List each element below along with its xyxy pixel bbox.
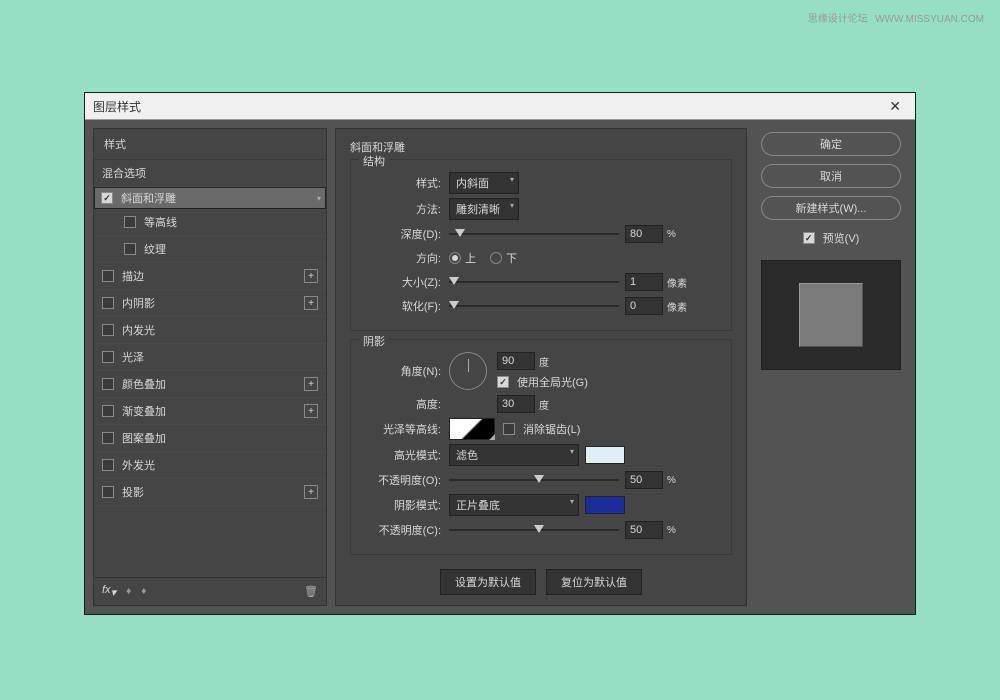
sidebar-item[interactable]: 光泽 bbox=[94, 344, 326, 371]
structure-group: 结构 样式: 内斜面 方法: 雕刻清晰 深度(D): 80 % 方向: 上 下 … bbox=[350, 159, 732, 331]
size-slider[interactable] bbox=[449, 275, 619, 289]
layer-style-dialog: 图层样式 ✕ 样式 混合选项 斜面和浮雕等高线纹理描边 + 内阴影 + 内发光光泽颜色叠… bbox=[84, 92, 916, 615]
sidebar-item-label: 光泽 bbox=[122, 349, 144, 365]
sidebar-item[interactable]: 颜色叠加 + bbox=[94, 371, 326, 398]
sidebar-item[interactable]: 描边 + bbox=[94, 263, 326, 290]
global-light-checkbox[interactable] bbox=[497, 376, 509, 388]
sidebar-item-label: 纹理 bbox=[144, 241, 166, 257]
sidebar-item[interactable]: 斜面和浮雕 bbox=[94, 187, 326, 209]
sidebar-item[interactable]: 内阴影 + bbox=[94, 290, 326, 317]
sidebar-item-label: 颜色叠加 bbox=[122, 376, 166, 392]
make-default-button[interactable]: 设置为默认值 bbox=[440, 569, 536, 595]
direction-down-radio[interactable] bbox=[490, 252, 502, 264]
highlight-mode-select[interactable]: 滤色 bbox=[449, 444, 579, 466]
sidebar-blending-options[interactable]: 混合选项 bbox=[94, 160, 326, 187]
settings-panel: 斜面和浮雕 结构 样式: 内斜面 方法: 雕刻清晰 深度(D): 80 % 方向… bbox=[335, 128, 747, 606]
sidebar-item[interactable]: 投影 + bbox=[94, 479, 326, 506]
ok-button[interactable]: 确定 bbox=[761, 132, 901, 156]
style-checkbox[interactable] bbox=[102, 405, 114, 417]
sidebar-item-label: 外发光 bbox=[122, 457, 155, 473]
antialias-checkbox[interactable] bbox=[503, 423, 515, 435]
fx-icon[interactable]: fx▾ bbox=[102, 584, 116, 599]
sidebar-item-label: 内发光 bbox=[122, 322, 155, 338]
highlight-opacity-input[interactable]: 50 bbox=[625, 471, 663, 489]
technique-select[interactable]: 雕刻清晰 bbox=[449, 198, 519, 220]
gloss-contour-picker[interactable] bbox=[449, 418, 495, 440]
add-icon[interactable]: + bbox=[304, 404, 318, 418]
sidebar-item[interactable]: 内发光 bbox=[94, 317, 326, 344]
preview-box bbox=[761, 260, 901, 370]
depth-slider[interactable] bbox=[449, 227, 619, 241]
style-checkbox[interactable] bbox=[102, 432, 114, 444]
watermark-url: WWW.MISSYUAN.COM bbox=[875, 14, 984, 25]
new-style-button[interactable]: 新建样式(W)... bbox=[761, 196, 901, 220]
dialog-title: 图层样式 bbox=[93, 98, 141, 115]
shading-group: 阴影 角度(N): 90 度 使用全局光(G) 高度: 30 bbox=[350, 339, 732, 555]
sidebar-item[interactable]: 纹理 bbox=[94, 236, 326, 263]
watermark-text: 思缘设计论坛 bbox=[808, 14, 868, 25]
sidebar-item[interactable]: 外发光 bbox=[94, 452, 326, 479]
style-checkbox[interactable] bbox=[124, 216, 136, 228]
shadow-opacity-input[interactable]: 50 bbox=[625, 521, 663, 539]
soften-slider[interactable] bbox=[449, 299, 619, 313]
highlight-opacity-slider[interactable] bbox=[449, 473, 619, 487]
sidebar-item[interactable]: 等高线 bbox=[94, 209, 326, 236]
reset-default-button[interactable]: 复位为默认值 bbox=[546, 569, 642, 595]
angle-input[interactable]: 90 bbox=[497, 352, 535, 370]
add-icon[interactable]: + bbox=[304, 485, 318, 499]
style-checkbox[interactable] bbox=[102, 270, 114, 282]
add-icon[interactable]: + bbox=[304, 377, 318, 391]
style-checkbox[interactable] bbox=[102, 486, 114, 498]
preview-swatch bbox=[799, 283, 863, 347]
trash-icon[interactable]: 🗑 bbox=[304, 585, 318, 598]
watermark: 思缘设计论坛 WWW.MISSYUAN.COM bbox=[804, 10, 984, 25]
preview-label: 预览(V) bbox=[823, 230, 860, 246]
sidebar-item-label: 投影 bbox=[122, 484, 144, 500]
sidebar-item-label: 图案叠加 bbox=[122, 430, 166, 446]
direction-up-radio[interactable] bbox=[449, 252, 461, 264]
soften-input[interactable]: 0 bbox=[625, 297, 663, 315]
style-checkbox[interactable] bbox=[102, 459, 114, 471]
sidebar-item-label: 描边 bbox=[122, 268, 144, 284]
shadow-mode-select[interactable]: 正片叠底 bbox=[449, 494, 579, 516]
sidebar-item-label: 等高线 bbox=[144, 214, 177, 230]
sidebar-item[interactable]: 图案叠加 bbox=[94, 425, 326, 452]
style-checkbox[interactable] bbox=[102, 351, 114, 363]
structure-legend: 结构 bbox=[359, 153, 389, 169]
shadow-opacity-slider[interactable] bbox=[449, 523, 619, 537]
style-checkbox[interactable] bbox=[102, 378, 114, 390]
sidebar-footer: fx▾ ♦ ♦ 🗑 bbox=[93, 578, 327, 606]
sidebar-item-label: 斜面和浮雕 bbox=[121, 190, 176, 206]
style-checkbox[interactable] bbox=[101, 192, 113, 204]
right-panel: 确定 取消 新建样式(W)... 预览(V) bbox=[755, 128, 907, 606]
highlight-color-chip[interactable] bbox=[585, 446, 625, 464]
add-icon[interactable]: + bbox=[304, 296, 318, 310]
panel-title: 斜面和浮雕 bbox=[350, 139, 732, 155]
close-icon[interactable]: ✕ bbox=[883, 96, 907, 117]
titlebar: 图层样式 ✕ bbox=[85, 93, 915, 120]
sidebar-item-label: 渐变叠加 bbox=[122, 403, 166, 419]
up-icon[interactable]: ♦ bbox=[126, 586, 131, 597]
sidebar-item-label: 内阴影 bbox=[122, 295, 155, 311]
style-select[interactable]: 内斜面 bbox=[449, 172, 519, 194]
style-checkbox[interactable] bbox=[102, 324, 114, 336]
style-checkbox[interactable] bbox=[102, 297, 114, 309]
shadow-color-chip[interactable] bbox=[585, 496, 625, 514]
style-checkbox[interactable] bbox=[124, 243, 136, 255]
size-input[interactable]: 1 bbox=[625, 273, 663, 291]
sidebar-blending-label: 混合选项 bbox=[102, 165, 146, 181]
altitude-input[interactable]: 30 bbox=[497, 395, 535, 413]
sidebar-header: 样式 bbox=[94, 129, 326, 160]
preview-checkbox[interactable] bbox=[803, 232, 815, 244]
add-icon[interactable]: + bbox=[304, 269, 318, 283]
shading-legend: 阴影 bbox=[359, 333, 389, 349]
cancel-button[interactable]: 取消 bbox=[761, 164, 901, 188]
down-icon[interactable]: ♦ bbox=[141, 586, 146, 597]
styles-sidebar: 样式 混合选项 斜面和浮雕等高线纹理描边 + 内阴影 + 内发光光泽颜色叠加 + 渐变叠加 +… bbox=[93, 128, 327, 606]
depth-input[interactable]: 80 bbox=[625, 225, 663, 243]
sidebar-item[interactable]: 渐变叠加 + bbox=[94, 398, 326, 425]
angle-dial[interactable] bbox=[449, 352, 487, 390]
